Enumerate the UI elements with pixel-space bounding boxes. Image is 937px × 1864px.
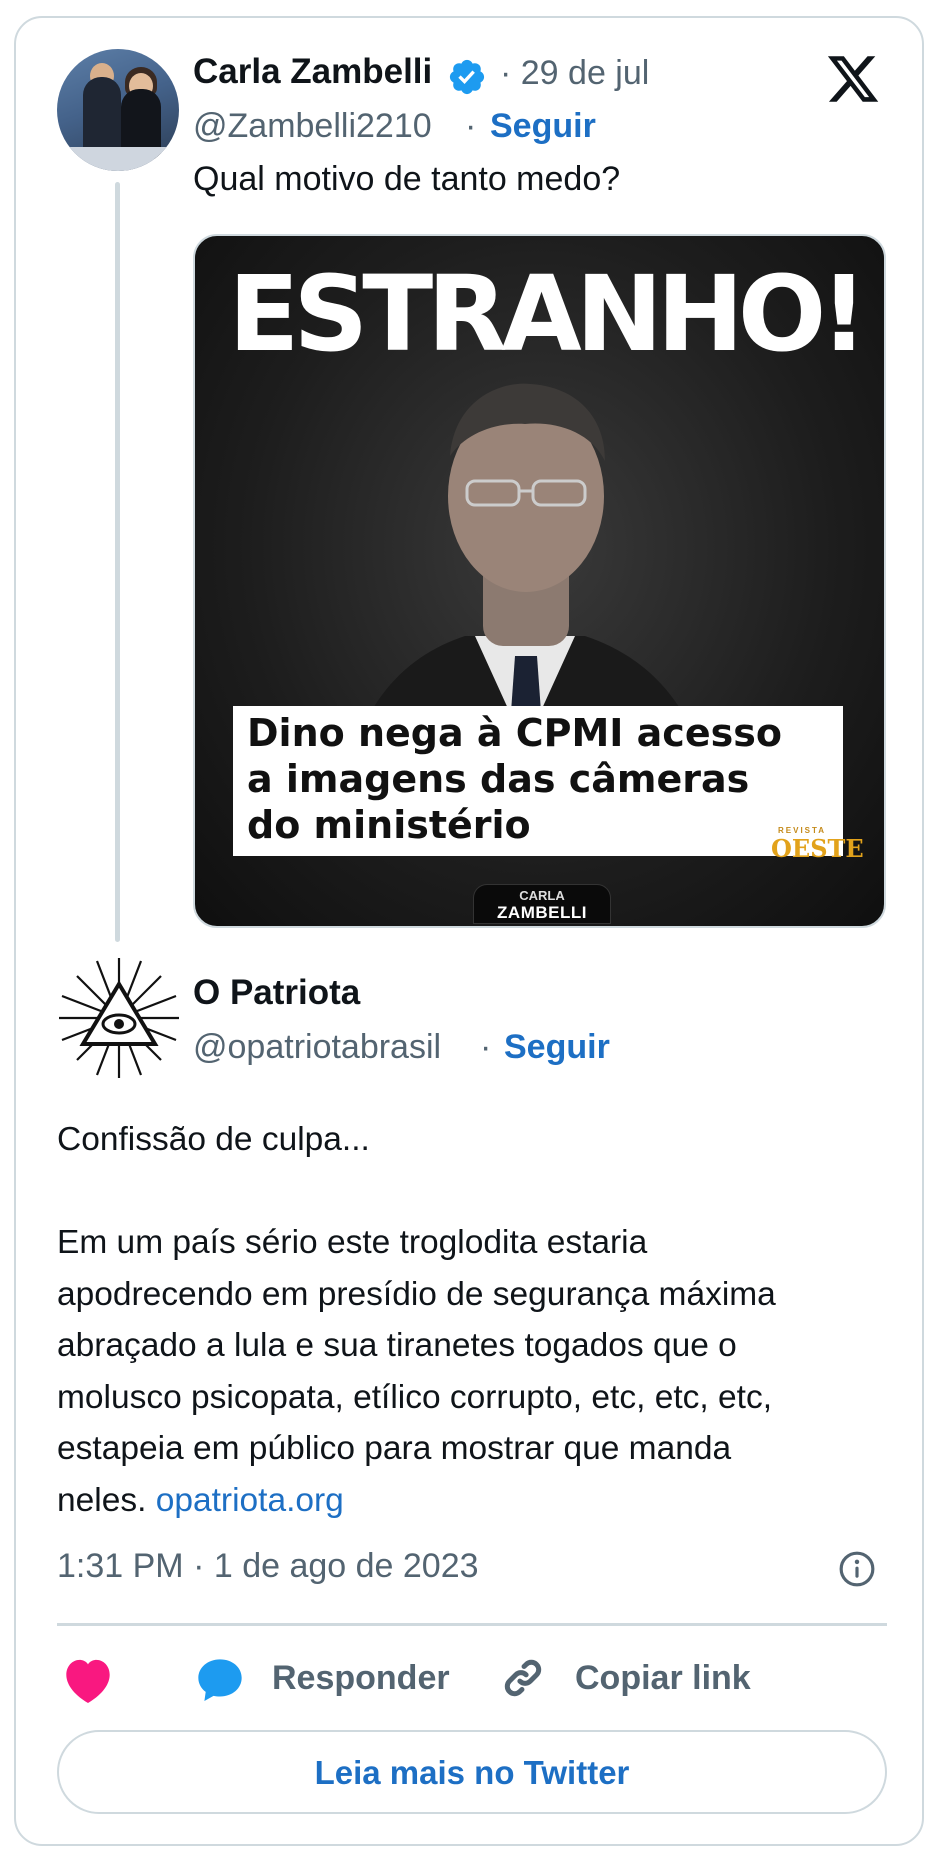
separator-dot: · xyxy=(480,1028,492,1066)
reply-button[interactable]: Responder xyxy=(272,1659,450,1698)
read-more-label: Leia mais no Twitter xyxy=(314,1754,630,1791)
author-handle[interactable]: @Zambelli2210 xyxy=(193,107,432,146)
author-name[interactable]: Carla Zambelli xyxy=(193,52,432,92)
tweet-text-line: apodrecendo em presídio de segurança máx… xyxy=(57,1275,776,1313)
tweet-text-line: Confissão de culpa... xyxy=(57,1121,370,1158)
tweet-image[interactable]: ESTRANHO! Dino nega à CPMI acesso a imag… xyxy=(193,234,886,928)
tweet-date[interactable]: · 29 de jul xyxy=(500,54,649,93)
thread-line xyxy=(115,182,120,942)
publisher-logo: OESTE xyxy=(771,834,864,863)
follow-button[interactable]: Seguir xyxy=(490,107,596,146)
verified-badge-icon xyxy=(449,59,485,95)
tweet-text: Confissão de culpa... Em um país sério e… xyxy=(57,1114,887,1526)
tweet-text-line: abraçado a lula e sua tiranetes togados … xyxy=(57,1327,737,1364)
reply-bubble-icon[interactable] xyxy=(194,1654,246,1706)
author-name[interactable]: O Patriota xyxy=(193,973,360,1013)
image-caption: Dino nega à CPMI acesso a imagens das câ… xyxy=(247,711,782,847)
copy-link-button[interactable]: Copiar link xyxy=(575,1659,751,1698)
x-logo-icon[interactable] xyxy=(824,51,882,107)
info-icon[interactable] xyxy=(838,1550,876,1588)
signature-badge: CARLA ZAMBELLI xyxy=(473,884,611,924)
divider xyxy=(57,1623,887,1626)
heart-icon[interactable] xyxy=(62,1656,114,1704)
author-handle[interactable]: @opatriotabrasil xyxy=(193,1028,441,1067)
read-more-button[interactable]: Leia mais no Twitter xyxy=(57,1730,887,1814)
link-icon[interactable] xyxy=(498,1653,548,1703)
separator-dot: · xyxy=(465,107,477,145)
o-patriota-avatar[interactable] xyxy=(57,956,181,1080)
carla-zambelli-avatar[interactable] xyxy=(57,49,179,171)
tweet-text-line: Em um país sério este troglodita estaria xyxy=(57,1224,648,1261)
quoted-tweet-text: Qual motivo de tanto medo? xyxy=(193,160,621,198)
tweet-text-line: estapeia em público para mostrar que man… xyxy=(57,1430,732,1467)
follow-button[interactable]: Seguir xyxy=(504,1028,610,1067)
website-link[interactable]: opatriota.org xyxy=(156,1482,344,1519)
tweet-text-line: neles. opatriota.org xyxy=(57,1481,344,1519)
tweet-text-line: molusco psicopata, etílico corrupto, etc… xyxy=(57,1378,772,1416)
tweet-timestamp[interactable]: 1:31 PM · 1 de ago de 2023 xyxy=(57,1547,479,1586)
